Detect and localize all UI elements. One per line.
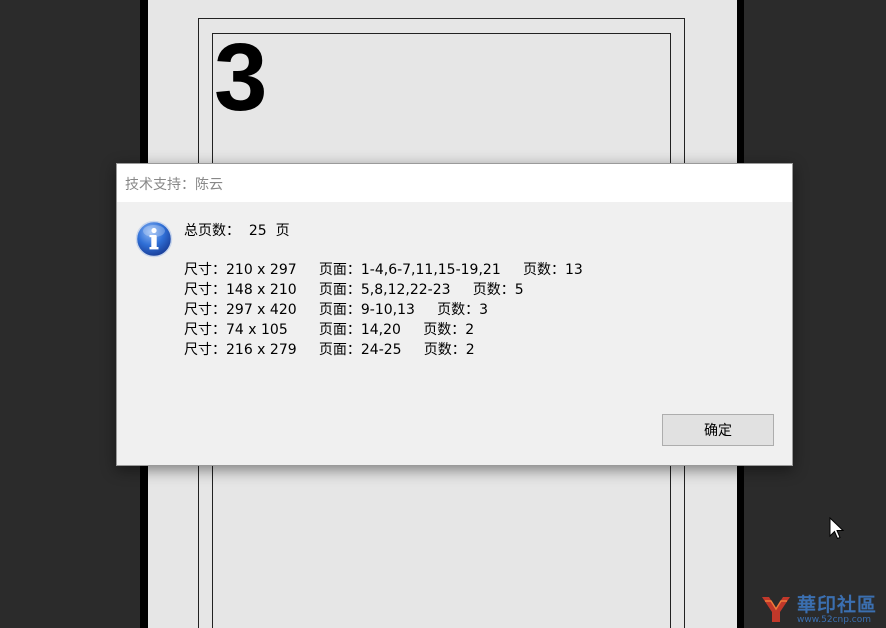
size-summary-list: 尺寸：210 x 297 页面：1-4,6-7,11,15-19,21 页数：1… (184, 260, 583, 360)
total-pages-text: 总页数： 25 页 (184, 223, 290, 239)
desktop: 3 技术支持：陈云 总页数： 25 页 尺寸：210 x 297 页面：1-4,… (0, 0, 886, 628)
message-dialog: 技术支持：陈云 总页数： 25 页 尺寸：210 x 297 页面：1-4,6-… (116, 163, 793, 466)
size-row: 尺寸：216 x 279 页面：24-25 页数：2 (184, 342, 475, 358)
dialog-title: 技术支持：陈云 (125, 177, 223, 193)
size-row: 尺寸：74 x 105 页面：14,20 页数：2 (184, 322, 475, 338)
info-icon (135, 220, 173, 258)
size-row: 尺寸：297 x 420 页面：9-10,13 页数：3 (184, 302, 489, 318)
size-row: 尺寸：148 x 210 页面：5,8,12,22-23 页数：5 (184, 282, 524, 298)
mouse-cursor-icon (829, 517, 845, 540)
ok-button[interactable]: 确定 (662, 414, 774, 446)
watermark-logo-icon (762, 597, 790, 622)
watermark: 華印社區 www.52cnp.com (755, 588, 886, 628)
watermark-brand: 華印社區 (797, 594, 878, 616)
page-number: 3 (214, 24, 268, 131)
dialog-titlebar[interactable]: 技术支持：陈云 (117, 164, 792, 202)
watermark-url: www.52cnp.com (797, 615, 872, 625)
size-row: 尺寸：210 x 297 页面：1-4,6-7,11,15-19,21 页数：1… (184, 262, 583, 278)
